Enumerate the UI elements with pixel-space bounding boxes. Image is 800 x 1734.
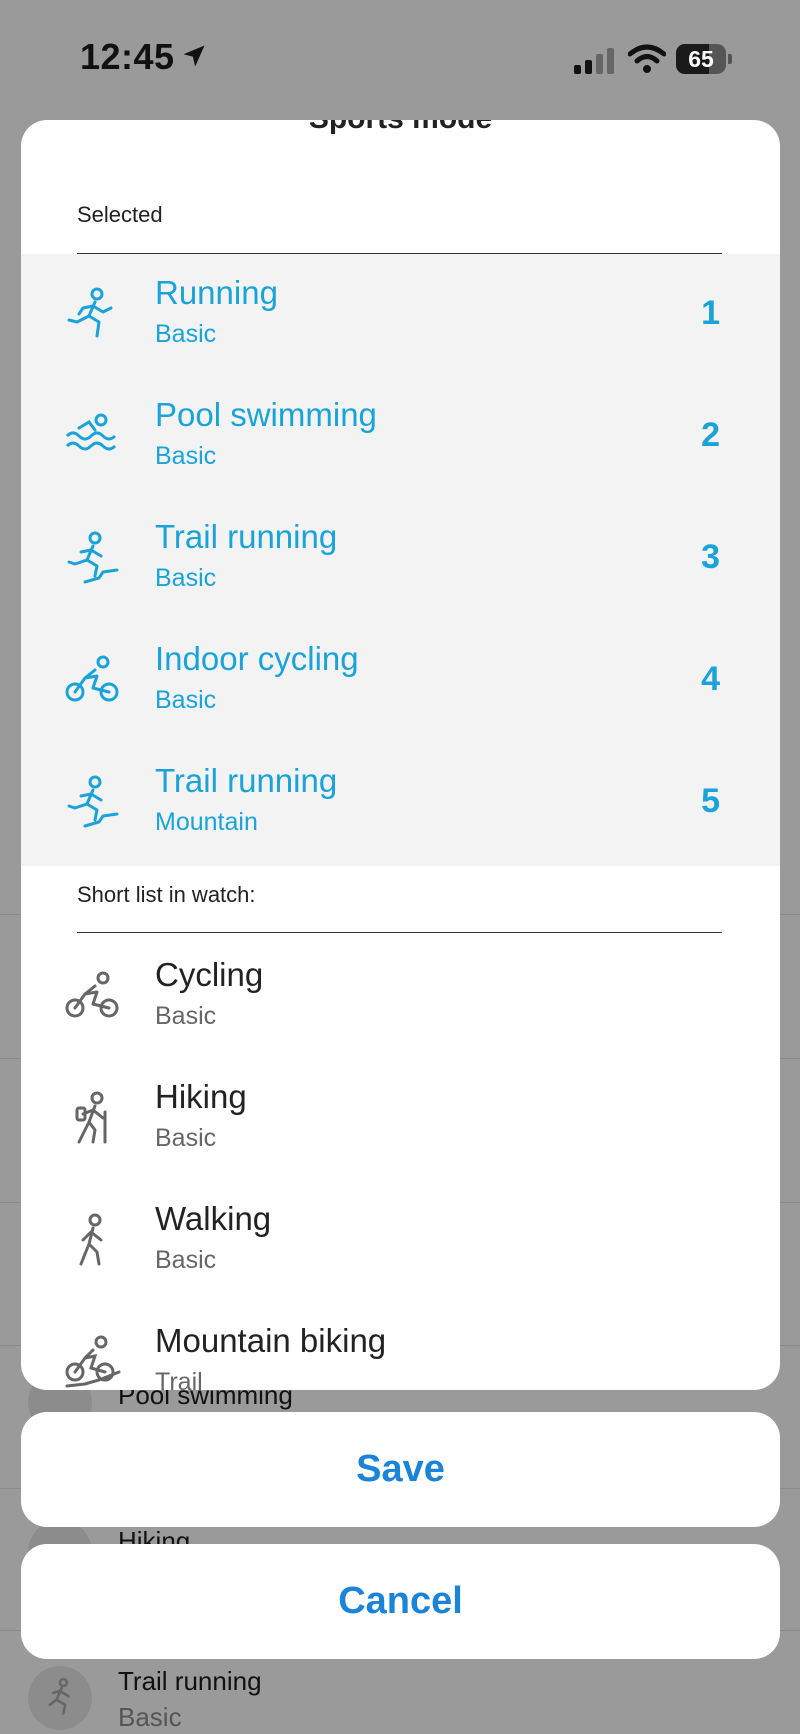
sport-name: Indoor cycling (155, 640, 359, 677)
sport-name: Trail running (155, 762, 338, 799)
cellular-signal-icon (574, 48, 614, 74)
sport-index: 4 (701, 660, 720, 698)
shortlist-section-label: Short list in watch: (77, 882, 256, 907)
shortlist-row-mountain-biking[interactable]: Mountain biking Trail (21, 1302, 780, 1390)
sport-index: 1 (701, 294, 720, 332)
sport-mode: Basic (155, 1002, 217, 1030)
selected-section-label: Selected (77, 202, 163, 227)
status-bar: 12:45 65 (0, 0, 800, 118)
sport-name: Running (155, 274, 278, 311)
shortlist-row-walking[interactable]: Walking Basic (21, 1180, 780, 1302)
sport-mode: Mountain (155, 808, 258, 836)
sport-index: 5 (701, 782, 720, 820)
cycling-icon (65, 971, 119, 1018)
shortlist-row-cycling[interactable]: Cycling Basic (21, 936, 780, 1058)
sheet-title: Sports mode (21, 120, 780, 136)
battery-percent: 65 (688, 46, 714, 72)
save-button[interactable]: Save (21, 1412, 780, 1527)
sport-name: Hiking (155, 1078, 247, 1115)
hiking-icon (75, 1091, 107, 1144)
selected-row-running[interactable]: Running Basic 1 (21, 254, 780, 376)
swimming-icon (65, 413, 117, 451)
mountain-biking-icon (65, 1335, 121, 1388)
sport-mode: Basic (155, 1124, 217, 1152)
cycling-icon (65, 655, 119, 702)
trail-running-avatar (28, 1666, 92, 1730)
sport-name: Trail running (155, 518, 338, 555)
selected-row-trail-running-mountain[interactable]: Trail running Mountain 5 (21, 742, 780, 864)
walking-icon (79, 1213, 103, 1266)
selected-list: Running Basic 1 Pool swimming Basic 2 Tr… (21, 254, 780, 866)
location-arrow-icon (183, 45, 205, 67)
sport-name: Pool swimming (155, 396, 377, 433)
shortlist-section-divider (77, 932, 722, 933)
sport-mode: Basic (155, 564, 217, 592)
sport-mode: Basic (155, 1246, 217, 1274)
sport-index: 2 (701, 416, 720, 454)
cancel-button[interactable]: Cancel (21, 1544, 780, 1659)
sport-mode: Basic (155, 442, 217, 470)
sport-mode: Trail (155, 1368, 203, 1390)
background-item-label: Trail running (118, 1666, 262, 1696)
clock: 12:45 (80, 36, 175, 77)
sport-mode: Basic (155, 686, 217, 714)
sport-name: Cycling (155, 956, 264, 993)
sports-mode-sheet: Sports mode Selected Running Basic 1 Poo… (21, 120, 780, 1390)
background-item-sub: Basic (118, 1702, 182, 1732)
wifi-icon (628, 44, 666, 73)
shortlist-row-hiking[interactable]: Hiking Basic (21, 1058, 780, 1180)
running-icon (67, 287, 113, 338)
sport-index: 3 (701, 538, 720, 576)
sport-mode: Basic (155, 320, 217, 348)
selected-row-pool-swimming[interactable]: Pool swimming Basic 2 (21, 376, 780, 498)
battery-indicator: 65 (676, 44, 732, 74)
selected-row-trail-running[interactable]: Trail running Basic 3 (21, 498, 780, 620)
trail-running-icon (67, 775, 119, 828)
selected-row-indoor-cycling[interactable]: Indoor cycling Basic 4 (21, 620, 780, 742)
trail-running-icon (67, 531, 119, 584)
sport-name: Mountain biking (155, 1322, 387, 1359)
sport-name: Walking (155, 1200, 272, 1237)
